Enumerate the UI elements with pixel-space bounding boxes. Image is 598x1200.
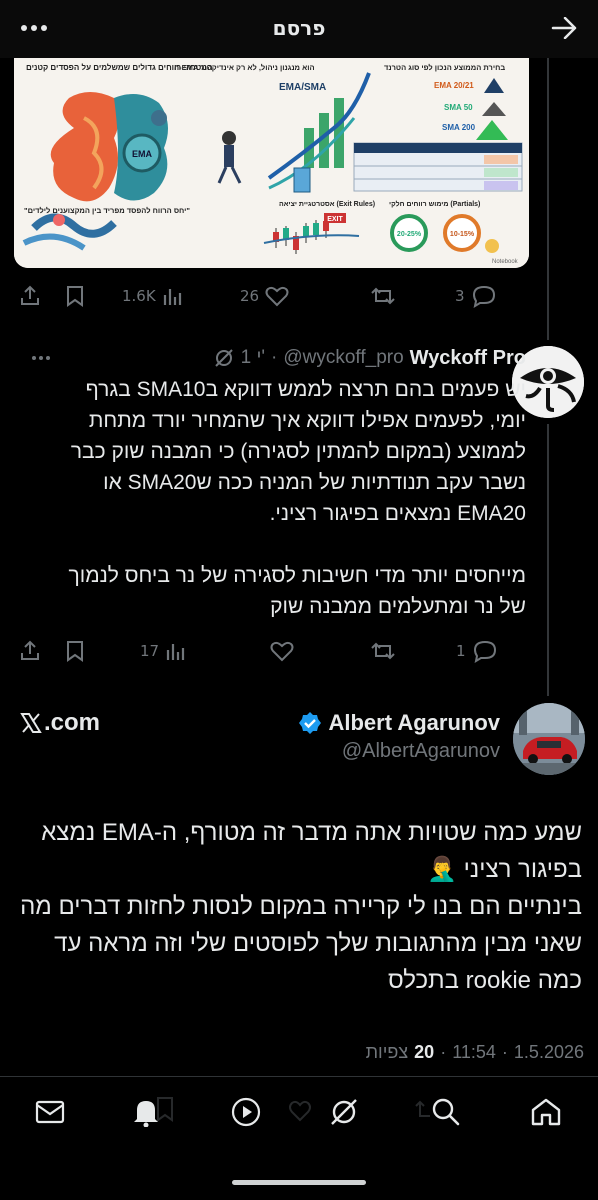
source-xcom[interactable]: .com <box>20 708 100 738</box>
notebook-watermark: Notebook <box>492 259 519 265</box>
home-indicator <box>232 1180 366 1185</box>
bell-icon <box>134 1101 158 1127</box>
reply-time: 1 י' <box>240 347 266 368</box>
reply-icon <box>473 640 496 663</box>
x-logo-icon <box>20 713 42 733</box>
like-button[interactable]: 26 <box>240 281 289 311</box>
grok-icon[interactable] <box>213 347 235 369</box>
views-count: 1.6K <box>122 287 156 305</box>
headline-right: בחירת הממוצע הנכון לפי סוג הטרנד <box>384 63 505 72</box>
tweet-views-count: 20 <box>414 1042 435 1062</box>
post-actions: 1.6K 26 3 <box>0 281 540 311</box>
tweet-views-label: צפיות <box>365 1042 409 1062</box>
nav-messages[interactable] <box>28 1090 72 1134</box>
reply-header: 1 י' · @wyckoff_pro Wyckoff Pro <box>213 346 526 370</box>
nav-search[interactable] <box>424 1090 468 1134</box>
reply-repost-button[interactable] <box>370 636 396 666</box>
share-icon <box>21 640 39 660</box>
reply-bookmark-button[interactable] <box>64 636 86 666</box>
quote-text: "יחס הרווח להפסד מפריד בין המקצוענים ליל… <box>24 206 190 215</box>
main-author-handle[interactable]: @AlbertAgarunov <box>342 740 500 763</box>
reply-views-button[interactable]: 17 <box>140 636 185 666</box>
top-bar: פרסם <box>0 0 598 58</box>
search-icon <box>432 1098 460 1126</box>
back-arrow-icon[interactable] <box>544 10 584 46</box>
ema20-label: EMA 20/21 <box>434 81 474 90</box>
ema-sma-label: EMA/SMA <box>279 82 326 93</box>
bookmark-icon <box>67 641 83 662</box>
exit-rules-label: אסטרטגיית יציאה (Exit Rules) <box>279 201 375 208</box>
views-button[interactable]: 1.6K <box>122 281 182 311</box>
reply-icon <box>472 285 495 308</box>
views-icon <box>163 289 181 305</box>
avatar-albert[interactable] <box>513 703 585 775</box>
main-author-row: Albert Agarunov <box>298 708 500 738</box>
reply-dot: · <box>271 347 278 368</box>
reply-text: יש פעמים בהם תרצה לממש דווקא בSMA10 בגרף… <box>68 378 526 618</box>
share-button[interactable] <box>18 281 42 311</box>
repost-button[interactable] <box>370 281 396 311</box>
reply-replies-count: 1 <box>456 642 466 660</box>
thread-line-mid <box>547 424 549 696</box>
sma200-label: SMA 200 <box>442 123 476 132</box>
partials-label: מימוש רווחים חלקי (Partials) <box>389 200 480 208</box>
main-author-name[interactable]: Albert Agarunov <box>328 710 500 736</box>
repost-icon <box>371 642 395 660</box>
reply-author-name[interactable]: Wyckoff Pro <box>410 347 526 370</box>
nav-grok[interactable] <box>322 1090 366 1134</box>
nav-video[interactable] <box>224 1090 268 1134</box>
nav-notifications[interactable] <box>124 1090 168 1134</box>
tweet-date: 1.5.2026 <box>513 1042 584 1062</box>
mail-icon <box>35 1100 65 1124</box>
verified-badge-icon[interactable] <box>298 711 322 735</box>
reply-author-handle[interactable]: @wyckoff_pro <box>283 347 403 369</box>
repost-icon <box>371 287 395 305</box>
bookmark-icon <box>67 286 83 307</box>
reply-reply-button[interactable]: 1 <box>456 636 498 666</box>
main-tweet-text: שמע כמה שטויות אתה מדבר זה מטורף, ה-EMA … <box>20 819 582 994</box>
bookmark-button[interactable] <box>64 281 86 311</box>
tweet-meta: 1.5.2026 · 11:54 · 20 צפיות <box>366 1042 584 1063</box>
reply-share-button[interactable] <box>18 636 42 666</box>
partials-pct-b: 10-15% <box>450 231 475 238</box>
page-title: פרסם <box>272 16 326 40</box>
partials-pct-a: 20-25% <box>397 231 422 238</box>
play-icon <box>231 1097 261 1127</box>
reply-more-icon[interactable] <box>26 346 56 370</box>
views-icon <box>166 644 185 660</box>
heart-icon <box>270 641 294 662</box>
likes-count: 26 <box>240 287 260 305</box>
headline-mid: ה-EMA הוא מנגנון ניהול, לא רק אינדיקטור <box>174 63 315 72</box>
post-image[interactable]: EMA המטרה: רווחים גדולים שמשלמים על הפסד… <box>14 58 529 268</box>
sma50-label: SMA 50 <box>444 103 473 112</box>
source-text: .com <box>44 709 101 736</box>
tweet-time: 11:54 <box>452 1042 496 1062</box>
grok-icon <box>331 1099 357 1125</box>
exit-tag: EXIT <box>327 216 343 223</box>
reply-button[interactable]: 3 <box>455 281 497 311</box>
thread-line-top <box>547 58 549 340</box>
share-icon <box>21 285 39 305</box>
heart-icon <box>265 286 289 307</box>
replies-count: 3 <box>455 287 465 305</box>
reply-like-button[interactable] <box>270 636 294 666</box>
meta-dot-2: · <box>440 1042 447 1062</box>
reply-actions: 17 1 <box>0 636 540 666</box>
nav-home[interactable] <box>524 1090 568 1134</box>
brain-ema-label: EMA <box>132 149 153 159</box>
home-icon <box>531 1098 561 1126</box>
meta-dot-1: · <box>501 1042 508 1062</box>
reply-views-count: 17 <box>140 642 160 660</box>
